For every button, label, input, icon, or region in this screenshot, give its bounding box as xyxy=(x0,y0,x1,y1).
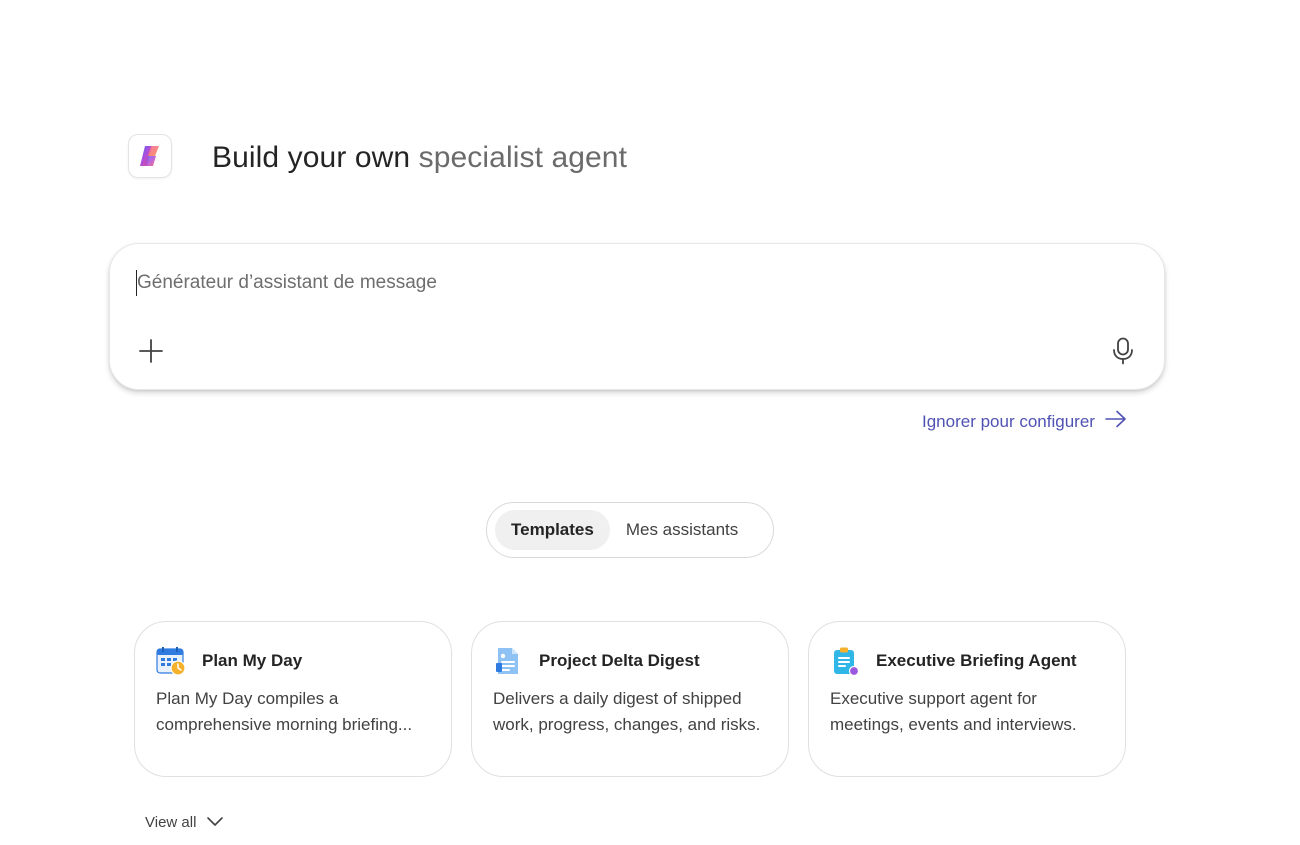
clipboard-briefing-icon xyxy=(830,646,860,676)
card-title: Plan My Day xyxy=(202,651,303,670)
message-input[interactable] xyxy=(136,270,1117,296)
microphone-icon xyxy=(1112,337,1134,370)
page: Build your own specialist agent Ignorer xyxy=(0,0,1300,845)
tab-list: Templates Mes assistants xyxy=(486,502,774,558)
card-description: Delivers a daily digest of shipped work,… xyxy=(493,689,761,734)
card-description: Executive support agent for meetings, ev… xyxy=(830,689,1077,734)
tab-mes-assistants[interactable]: Mes assistants xyxy=(610,510,754,550)
add-attachment-button[interactable] xyxy=(136,338,166,368)
template-card-plan-my-day[interactable]: Plan My Day Plan My Day compiles a compr… xyxy=(134,621,452,777)
chevron-down-icon xyxy=(206,814,224,831)
page-title-strong: Build your own xyxy=(212,141,411,174)
template-card-executive-briefing-agent[interactable]: Executive Briefing Agent Executive suppo… xyxy=(808,621,1126,777)
card-title: Project Delta Digest xyxy=(539,651,700,670)
template-card-project-delta-digest[interactable]: Project Delta Digest Delivers a daily di… xyxy=(471,621,789,777)
card-description: Plan My Day compiles a comprehensive mor… xyxy=(156,689,413,734)
plus-icon xyxy=(138,338,164,369)
copilot-logo-icon xyxy=(128,134,172,178)
card-title: Executive Briefing Agent xyxy=(876,651,1077,670)
view-all-label: View all xyxy=(145,814,197,831)
tab-templates[interactable]: Templates xyxy=(495,510,610,550)
microphone-button[interactable] xyxy=(1108,337,1138,370)
skip-to-configure-link[interactable]: Ignorer pour configurer xyxy=(922,410,1127,433)
document-digest-icon xyxy=(493,646,523,676)
page-title: Build your own specialist agent xyxy=(212,140,627,176)
agent-builder-composer xyxy=(109,243,1165,390)
skip-to-configure-label: Ignorer pour configurer xyxy=(922,411,1095,431)
calendar-clock-icon xyxy=(156,646,186,676)
arrow-right-icon xyxy=(1105,410,1127,433)
page-title-light: specialist agent xyxy=(418,141,628,174)
view-all-button[interactable]: View all xyxy=(145,814,224,831)
